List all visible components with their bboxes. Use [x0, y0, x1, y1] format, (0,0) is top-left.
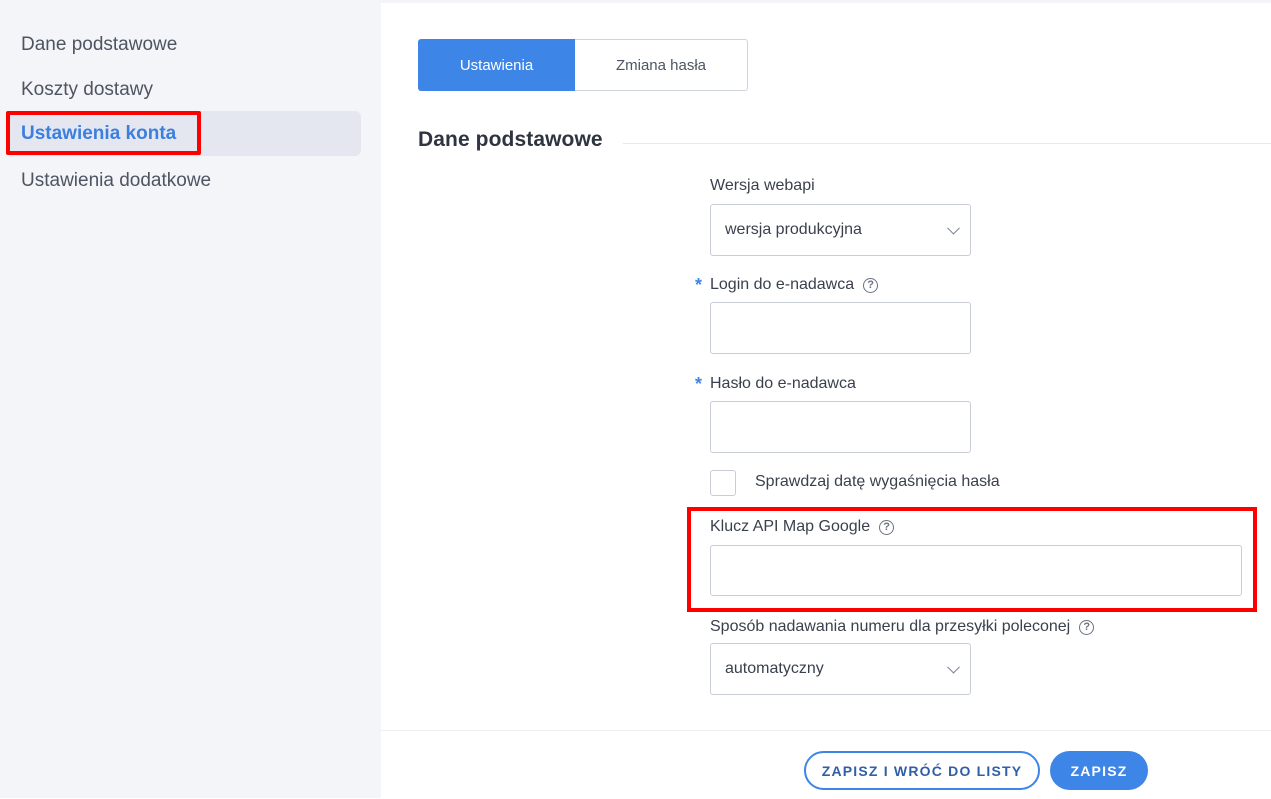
login-label-text: Login do e-nadawca — [710, 276, 855, 293]
sidebar-item-koszty-dostawy[interactable]: Koszty dostawy — [6, 67, 361, 112]
numbering-select-value: automatyczny — [725, 660, 824, 677]
login-label: Login do e-nadawca ? — [710, 276, 879, 294]
numbering-select[interactable]: automatyczny — [710, 643, 971, 695]
top-divider — [381, 0, 1271, 3]
sidebar-nav: Dane podstawowe Koszty dostawy Ustawieni… — [0, 0, 381, 798]
api-key-label-text: Klucz API Map Google — [710, 518, 871, 535]
section-divider — [623, 143, 1271, 144]
required-asterisk: * — [695, 275, 703, 295]
tab-zmiana-hasla[interactable]: Zmiana hasła — [575, 39, 748, 91]
help-icon[interactable]: ? — [1079, 619, 1095, 635]
api-key-label: Klucz API Map Google ? — [710, 518, 895, 536]
api-key-input[interactable] — [710, 545, 1242, 596]
save-button[interactable]: ZAPISZ — [1050, 751, 1148, 790]
help-icon[interactable]: ? — [863, 277, 879, 293]
section-title: Dane podstawowe — [418, 128, 603, 151]
webapi-select[interactable]: wersja produkcyjna — [710, 204, 971, 256]
password-input[interactable] — [710, 401, 971, 453]
checkbox-label: Sprawdzaj datę wygaśnięcia hasła — [755, 473, 1000, 491]
required-asterisk: * — [695, 374, 703, 394]
sidebar-item-dane-podstawowe[interactable]: Dane podstawowe — [6, 22, 361, 67]
password-label-text: Hasło do e-nadawca — [710, 375, 856, 392]
chevron-down-icon — [947, 660, 960, 674]
tab-ustawienia[interactable]: Ustawienia — [418, 39, 575, 91]
webapi-select-value: wersja produkcyjna — [725, 221, 862, 238]
tab-bar: Ustawienia Zmiana hasła — [418, 39, 748, 91]
login-input[interactable] — [710, 302, 971, 354]
webapi-label: Wersja webapi — [710, 177, 815, 195]
numbering-label-text: Sposób nadawania numeru dla przesyłki po… — [710, 618, 1071, 635]
help-icon[interactable]: ? — [879, 519, 895, 535]
webapi-label-text: Wersja webapi — [710, 177, 815, 194]
save-and-return-button[interactable]: ZAPISZ I WRÓĆ DO LISTY — [804, 751, 1040, 790]
chevron-down-icon — [947, 221, 960, 235]
numbering-label: Sposób nadawania numeru dla przesyłki po… — [710, 618, 1095, 636]
checkbox-label-text: Sprawdzaj datę wygaśnięcia hasła — [755, 473, 1000, 490]
sidebar-item-ustawienia-konta[interactable]: Ustawienia konta — [6, 111, 361, 156]
sidebar-item-ustawienia-dodatkowe[interactable]: Ustawienia dodatkowe — [6, 158, 361, 203]
password-label: Hasło do e-nadawca — [710, 375, 856, 393]
password-expiry-checkbox[interactable] — [710, 470, 736, 496]
